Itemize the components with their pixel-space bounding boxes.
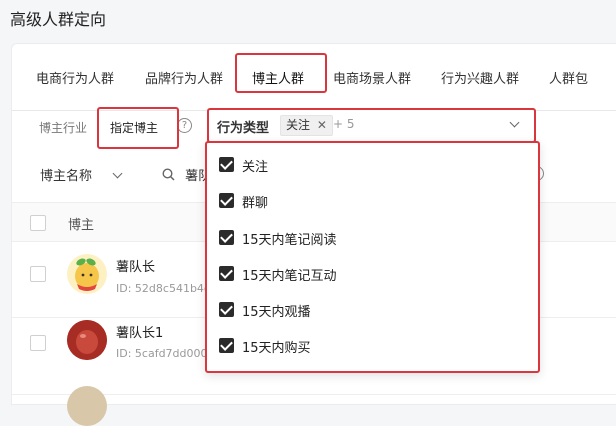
table-row (12, 386, 616, 426)
blogger-name: 薯队长1 (116, 326, 164, 341)
blogger-field-select[interactable]: 博主名称 (40, 165, 123, 184)
tab-audience-pack[interactable]: 人群包 (549, 68, 588, 87)
option-label: 15天内笔记互动 (242, 269, 337, 284)
option-label: 15天内购买 (242, 341, 311, 356)
tab-ecommerce-scene[interactable]: 电商场景人群 (333, 68, 411, 87)
tab-brand-behavior[interactable]: 品牌行为人群 (145, 68, 223, 87)
selected-tag: 关注 ✕ (280, 115, 333, 136)
option-label: 群聊 (242, 196, 269, 211)
tab-ecommerce-behavior[interactable]: 电商行为人群 (36, 68, 114, 87)
avatar (67, 386, 107, 426)
field-label: 博主名称 (40, 169, 93, 184)
option-label: 15天内笔记阅读 (242, 233, 337, 248)
checkbox-checked-icon[interactable] (219, 266, 234, 281)
avatar (67, 254, 107, 294)
tab-bar: 电商行为人群 品牌行为人群 博主人群 电商场景人群 行为兴趣人群 人群包 (12, 44, 616, 111)
header-blogger: 博主 (68, 218, 95, 233)
blogger-name: 薯队长 (116, 260, 156, 275)
tab-interest[interactable]: 行为兴趣人群 (441, 68, 519, 87)
selected-tag-label: 关注 (286, 118, 311, 132)
help-icon[interactable]: ? (177, 118, 192, 133)
more-count: + 5 (333, 117, 355, 131)
close-icon[interactable]: ✕ (317, 118, 327, 132)
behavior-options-dropdown: 关注 群聊 15天内笔记阅读 15天内笔记互动 15天内观播 15天内购买 (205, 141, 540, 373)
checkbox-checked-icon[interactable] (219, 193, 234, 208)
subtab-specified-blogger[interactable]: 指定博主 (110, 119, 158, 136)
avatar (67, 320, 107, 360)
select-all-checkbox[interactable] (30, 215, 46, 231)
option-label: 关注 (242, 160, 269, 175)
behavior-type-label: 行为类型 (217, 121, 270, 136)
behavior-type-select[interactable]: 行为类型 关注 ✕ + 5 (207, 108, 536, 143)
row-checkbox[interactable] (30, 335, 46, 351)
tab-blogger-audience[interactable]: 博主人群 (252, 68, 304, 87)
blogger-id: ID: 52d8c541b4c (116, 282, 210, 295)
search-input[interactable]: 薯队 (162, 165, 211, 184)
checkbox-checked-icon[interactable] (219, 338, 234, 353)
subtab-blogger-industry[interactable]: 博主行业 (39, 119, 87, 136)
checkbox-checked-icon[interactable] (219, 157, 234, 172)
row-checkbox[interactable] (30, 266, 46, 282)
page-title: 高级人群定向 (10, 10, 107, 29)
checkbox-checked-icon[interactable] (219, 230, 234, 245)
search-icon (162, 168, 175, 181)
blogger-id: ID: 5cafd7dd000 (116, 347, 208, 360)
chevron-down-icon[interactable] (509, 117, 520, 128)
option-label: 15天内观播 (242, 305, 311, 320)
checkbox-checked-icon[interactable] (219, 302, 234, 317)
chevron-down-icon (112, 168, 123, 179)
